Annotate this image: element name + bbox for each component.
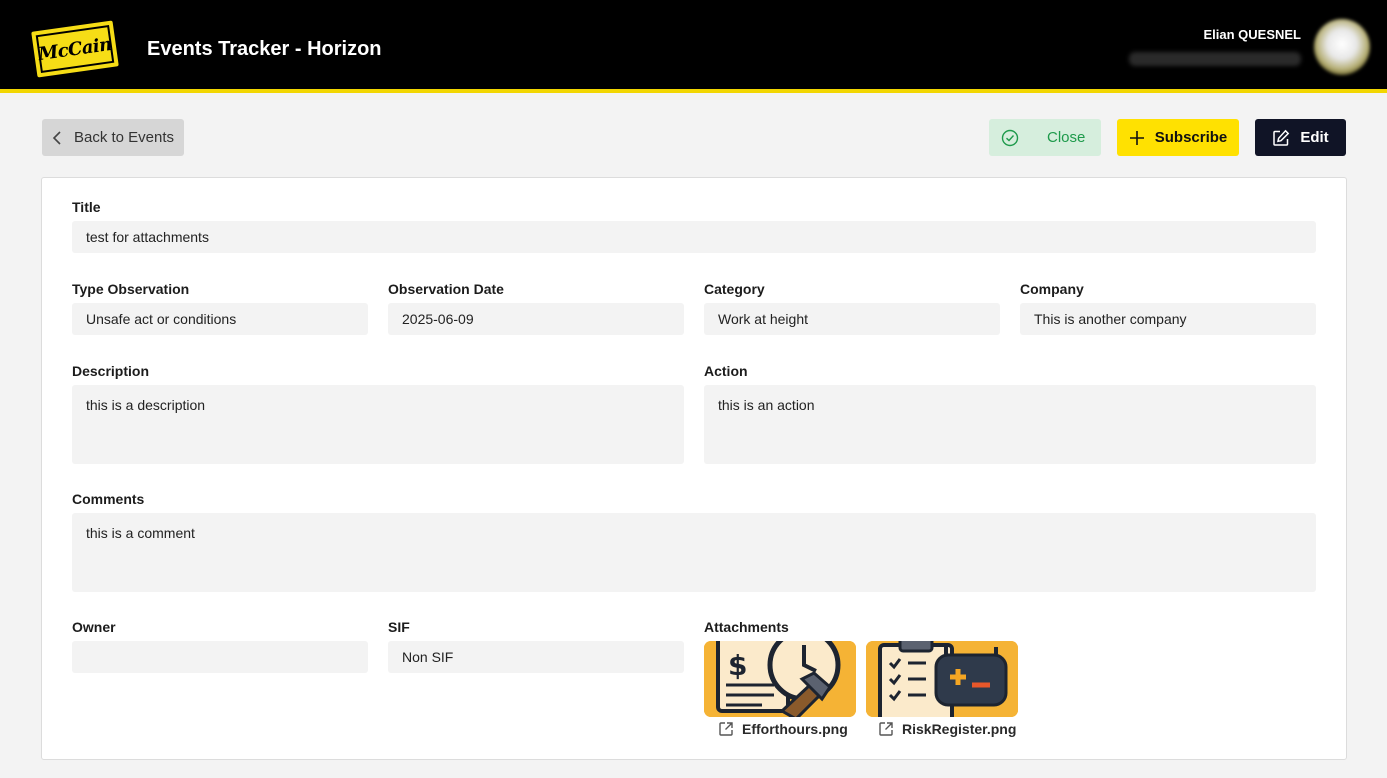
attachment-name: Efforthours.png — [742, 721, 848, 737]
effort-hours-illustration-icon: $ — [704, 641, 856, 717]
description-field: this is a description — [72, 385, 684, 464]
attachment-name: RiskRegister.png — [902, 721, 1017, 737]
description-label: Description — [72, 363, 150, 379]
company-field: This is another company — [1020, 303, 1316, 335]
category-label: Category — [704, 281, 765, 297]
title-label: Title — [72, 199, 101, 215]
observation-date-label: Observation Date — [388, 281, 504, 297]
plus-icon — [1129, 130, 1144, 145]
edit-button[interactable]: Edit — [1255, 119, 1346, 156]
action-label: Action — [704, 363, 748, 379]
attachment-link-efforthours[interactable]: Efforthours.png — [718, 721, 848, 737]
title-field: test for attachments — [72, 221, 1316, 253]
action-field: this is an action — [704, 385, 1316, 464]
user-name: Elian QUESNEL — [1203, 27, 1301, 42]
attachment-link-riskregister[interactable]: RiskRegister.png — [878, 721, 1016, 737]
attachment-thumbnail-efforthours[interactable]: $ — [704, 641, 856, 717]
mccain-logo[interactable]: McCain — [31, 20, 119, 78]
type-observation-label: Type Observation — [72, 281, 190, 297]
back-button-label: Back to Events — [73, 129, 175, 146]
company-label: Company — [1020, 281, 1084, 297]
subscribe-button-label: Subscribe — [1154, 129, 1228, 146]
observation-date-field: 2025-06-09 — [388, 303, 684, 335]
logo-wordmark: McCain — [35, 25, 115, 73]
risk-register-illustration-icon — [866, 641, 1018, 717]
comments-field: this is a comment — [72, 513, 1316, 592]
owner-label: Owner — [72, 619, 116, 635]
back-to-events-button[interactable]: Back to Events — [42, 119, 184, 156]
user-avatar[interactable] — [1314, 19, 1370, 75]
external-link-icon — [879, 722, 893, 736]
attachments-label: Attachments — [704, 619, 789, 635]
chevron-left-icon — [52, 130, 61, 145]
edit-button-label: Edit — [1300, 129, 1329, 146]
external-link-icon — [719, 722, 733, 736]
app-title: Events Tracker - Horizon — [147, 38, 382, 60]
owner-field — [72, 641, 368, 673]
subscribe-button[interactable]: Subscribe — [1117, 119, 1239, 156]
check-circle-icon — [1001, 129, 1019, 146]
sif-label: SIF — [388, 619, 410, 635]
top-bar: McCain Events Tracker - Horizon Elian QU… — [0, 0, 1387, 93]
comments-label: Comments — [72, 491, 145, 507]
category-field: Work at height — [704, 303, 1000, 335]
svg-text:$: $ — [728, 649, 747, 682]
close-button-label: Close — [1047, 129, 1086, 146]
type-observation-field: Unsafe act or conditions — [72, 303, 368, 335]
close-event-button[interactable]: Close — [989, 119, 1101, 156]
edit-icon — [1273, 129, 1290, 146]
attachment-thumbnail-riskregister[interactable] — [866, 641, 1018, 717]
sif-field: Non SIF — [388, 641, 684, 673]
event-detail-card: Title test for attachments Type Observat… — [41, 177, 1347, 760]
user-email-blurred — [1129, 52, 1301, 66]
